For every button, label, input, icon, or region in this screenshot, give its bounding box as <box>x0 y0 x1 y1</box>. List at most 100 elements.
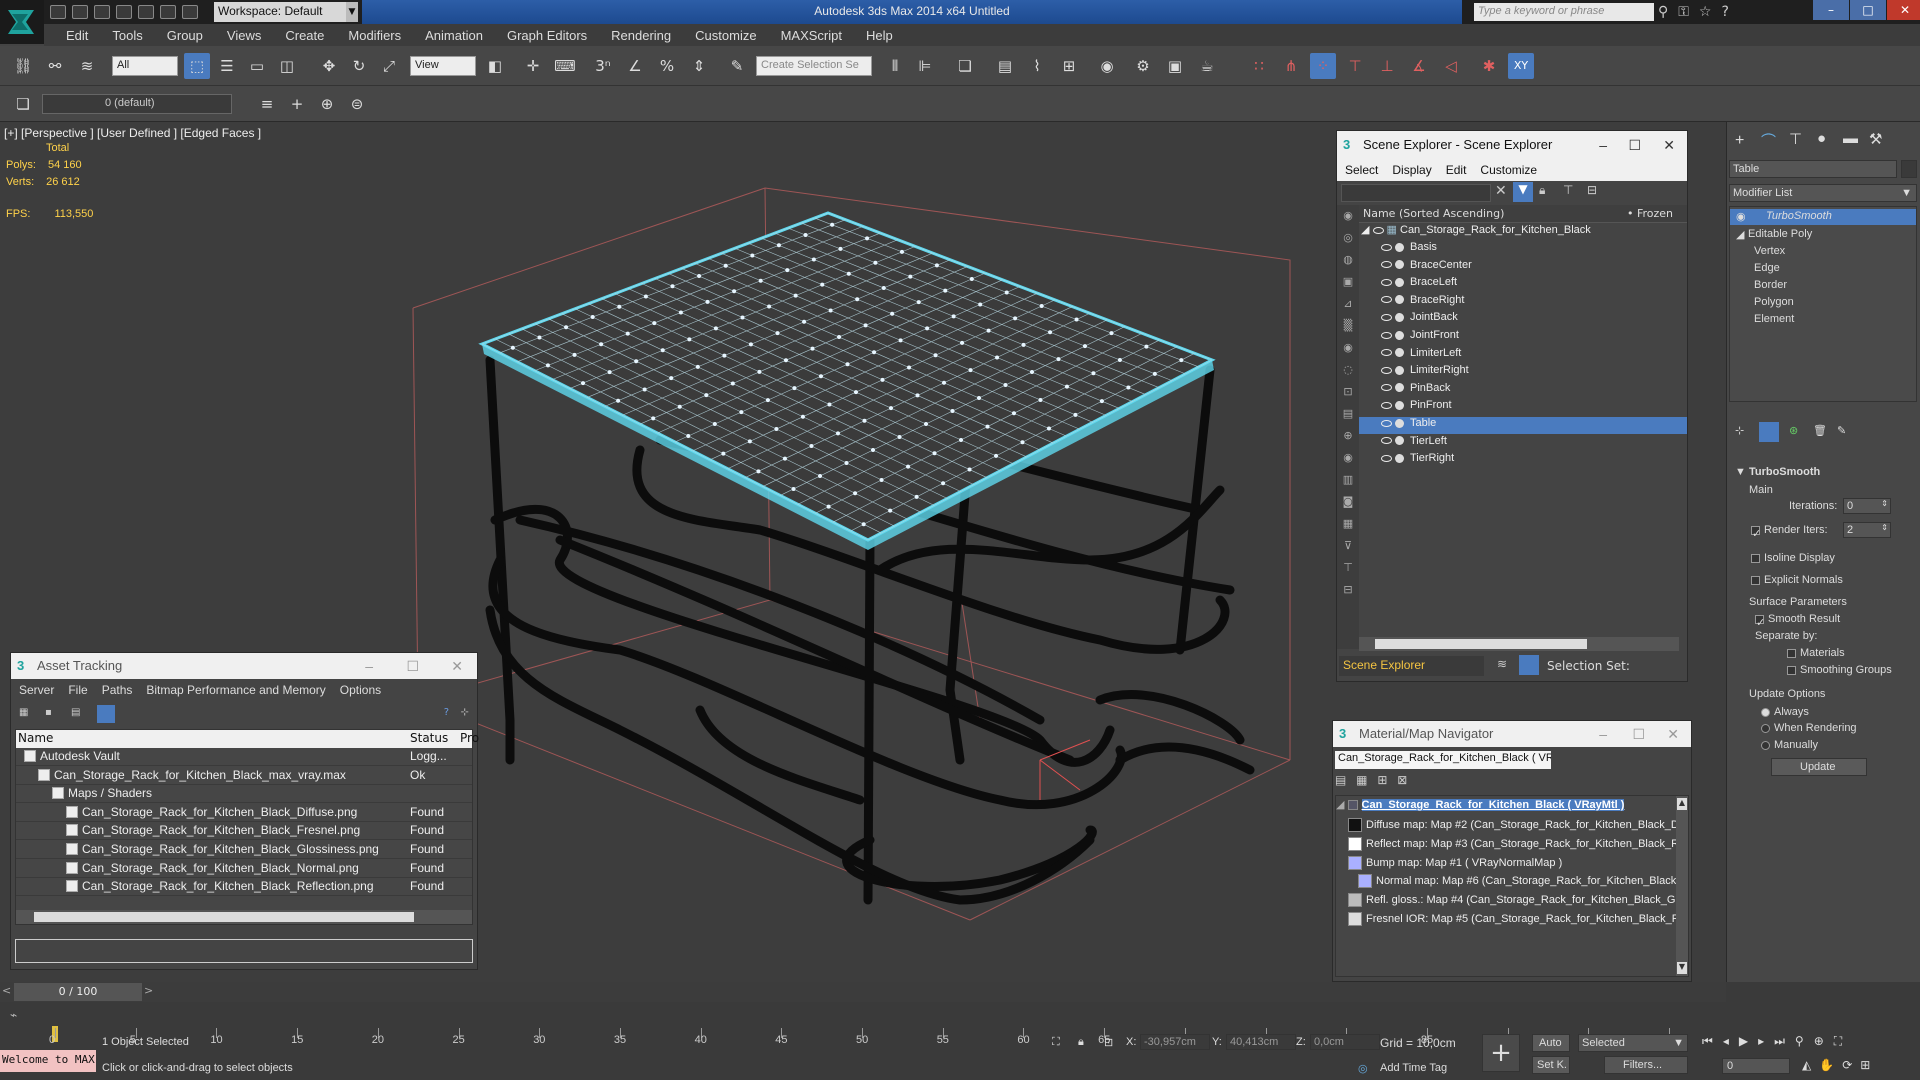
utilities-tab-icon[interactable]: ⚒ <box>1869 130 1882 148</box>
select-object-icon[interactable]: ⬚ <box>184 53 210 79</box>
render-production-icon[interactable]: ☕ <box>1194 53 1220 79</box>
spinner-snap-icon[interactable]: ⇕ <box>686 53 712 79</box>
visibility-eye-icon[interactable] <box>1381 384 1392 392</box>
rollout-turbosmooth[interactable]: ▼ TurboSmooth <box>1735 466 1820 478</box>
orbit-icon[interactable]: ⟳ <box>1842 1058 1852 1076</box>
window-crossing-icon[interactable]: ◫ <box>274 53 300 79</box>
key-filters-button[interactable]: Filters... <box>1604 1056 1688 1074</box>
curve-editor-icon[interactable]: ⌇ <box>1024 53 1050 79</box>
menu-graph-editors[interactable]: Graph Editors <box>495 28 599 43</box>
tree-row-tierright[interactable]: TierRight <box>1359 452 1687 469</box>
time-slider[interactable]: < 0 / 100 > <box>0 982 1726 1002</box>
explorer-select-dropdown[interactable]: Scene Explorer <box>1339 656 1484 676</box>
filter-icon[interactable]: ▼ <box>1513 182 1533 202</box>
object-color-swatch[interactable] <box>1901 160 1917 178</box>
menu-views[interactable]: Views <box>215 28 273 43</box>
always-row[interactable]: Always <box>1761 706 1809 718</box>
stack-sub-edge[interactable]: Edge <box>1754 262 1780 274</box>
at-path-field[interactable] <box>15 939 473 963</box>
rendered-frame-icon[interactable]: ▣ <box>1162 53 1188 79</box>
modify-tab-icon[interactable]: ⌒ <box>1761 130 1776 151</box>
asset-row[interactable]: Can_Storage_Rack_for_Kitchen_Black_Norma… <box>16 860 472 878</box>
maximize-icon[interactable]: ☐ <box>1628 131 1641 159</box>
vray-toolbar-icon-4[interactable]: ⊤ <box>1342 53 1368 79</box>
curve-editor-mini-icon[interactable]: ⌁ <box>10 1008 17 1022</box>
create-tab-icon[interactable]: + <box>1735 132 1744 150</box>
render-dot-icon[interactable] <box>1395 383 1404 393</box>
se-scroll-thumb[interactable] <box>1375 639 1587 649</box>
z-coordinate-field[interactable]: 0,0cm <box>1310 1034 1380 1050</box>
se-horizontal-scrollbar[interactable] <box>1359 637 1679 651</box>
key-filter-dropdown[interactable]: Selected ▼ <box>1578 1034 1688 1052</box>
se-menu-edit[interactable]: Edit <box>1446 163 1467 177</box>
spinner-icon[interactable]: ⇕ <box>1881 499 1888 508</box>
tree-row-tierleft[interactable]: TierLeft <box>1359 435 1687 452</box>
map-row[interactable]: Reflect map: Map #3 (Can_Storage_Rack_fo… <box>1336 836 1676 856</box>
pin-icon[interactable]: ⊹ <box>461 707 469 718</box>
mm-vertical-scrollbar[interactable]: ▲ ▼ <box>1676 796 1688 976</box>
star-icon[interactable]: ☆ <box>1699 4 1712 20</box>
maximize-icon[interactable]: ☐ <box>1632 721 1645 747</box>
menu-edit[interactable]: Edit <box>54 28 100 43</box>
at-view-icon-4[interactable] <box>97 705 115 723</box>
minimize-icon[interactable]: – <box>1599 721 1607 747</box>
edit-named-selection-icon[interactable]: ✎ <box>724 53 750 79</box>
visibility-eye-icon[interactable] <box>1381 349 1392 357</box>
map-row[interactable]: Refl. gloss.: Map #4 (Can_Storage_Rack_f… <box>1336 893 1676 912</box>
map-row[interactable]: Fresnel IOR: Map #5 (Can_Storage_Rack_fo… <box>1336 912 1676 931</box>
fetch-icon[interactable] <box>160 5 176 19</box>
stack-item-turbosmooth[interactable]: ◉ TurboSmooth <box>1730 209 1916 225</box>
visibility-eye-icon[interactable] <box>1381 419 1392 427</box>
prev-frame-icon[interactable]: < <box>2 984 11 997</box>
graphite-ribbon-icon[interactable]: ▤ <box>992 53 1018 79</box>
xy-plane-icon[interactable]: XY <box>1508 53 1534 79</box>
map-row[interactable]: Normal map: Map #6 (Can_Storage_Rack_for… <box>1336 874 1676 893</box>
menu-help[interactable]: Help <box>854 28 905 43</box>
se-find-input[interactable] <box>1341 184 1491 202</box>
auto-key-button[interactable]: Auto <box>1532 1034 1570 1052</box>
modifier-list-dropdown[interactable]: Modifier List ▼ <box>1729 184 1917 202</box>
tree-row-braceright[interactable]: BraceRight <box>1359 294 1687 311</box>
clear-icon[interactable]: ✕ <box>1495 183 1507 199</box>
tree-row-limiterright[interactable]: LimiterRight <box>1359 364 1687 381</box>
unlink-icon[interactable]: ⚯ <box>42 53 68 79</box>
render-iters-row[interactable]: ✓ Render Iters: <box>1751 524 1828 540</box>
tree-row-pinfront[interactable]: PinFront <box>1359 399 1687 416</box>
list-view-icon[interactable]: ▤ <box>1335 773 1346 787</box>
stack-sub-polygon[interactable]: Polygon <box>1754 296 1794 308</box>
zoom-all-icon[interactable]: ⊕ <box>1814 1034 1824 1054</box>
stack-item-editable-poly[interactable]: ◢ Editable Poly <box>1730 227 1916 243</box>
at-view-icon-3[interactable]: ▤ <box>71 707 80 718</box>
menu-group[interactable]: Group <box>155 28 215 43</box>
open-file-icon[interactable] <box>50 5 66 19</box>
asset-row[interactable]: Can_Storage_Rack_for_Kitchen_Black_Refle… <box>16 878 472 897</box>
close-icon[interactable]: ✕ <box>1667 721 1679 747</box>
move-icon[interactable]: ✥ <box>316 53 342 79</box>
chevron-down-icon[interactable]: ▼ <box>346 2 358 22</box>
smoothing-groups-row[interactable]: Smoothing Groups <box>1787 664 1892 676</box>
explicit-normals-row[interactable]: Explicit Normals <box>1751 574 1843 586</box>
when-rendering-radio[interactable] <box>1761 723 1770 733</box>
viewport-label[interactable]: [+] [Perspective ] [User Defined ] [Edge… <box>4 126 261 140</box>
create-layer-icon[interactable]: + <box>284 91 310 117</box>
menu-animation[interactable]: Animation <box>413 28 495 43</box>
maxscript-listener[interactable]: Welcome to MAX <box>0 1050 96 1072</box>
vray-toolbar-icon-7[interactable]: ◁ <box>1438 53 1464 79</box>
reference-coordinate-dropdown[interactable]: View <box>410 56 476 76</box>
next-frame-icon[interactable]: > <box>144 984 153 997</box>
layers-icon[interactable]: ≋ <box>1497 657 1507 671</box>
visibility-eye-icon[interactable] <box>1381 261 1392 269</box>
smooth-result-row[interactable]: ✓ Smooth Result <box>1755 613 1840 629</box>
explicit-normals-checkbox[interactable] <box>1751 575 1760 585</box>
vray-toolbar-icon-3[interactable]: ⁘ <box>1310 53 1336 79</box>
render-dot-icon[interactable] <box>1395 348 1404 358</box>
maximize-button[interactable]: □ <box>1850 0 1886 20</box>
render-dot-icon[interactable] <box>1395 260 1404 270</box>
se-menu-customize[interactable]: Customize <box>1480 163 1537 177</box>
asset-row[interactable]: Maps / Shaders <box>16 785 472 804</box>
select-by-name-icon[interactable]: ☰ <box>214 53 240 79</box>
se-menu-select[interactable]: Select <box>1345 163 1378 177</box>
link-icon[interactable]: ⛓ <box>10 53 36 79</box>
always-radio[interactable] <box>1761 707 1770 717</box>
tree-row-jointback[interactable]: JointBack <box>1359 311 1687 328</box>
